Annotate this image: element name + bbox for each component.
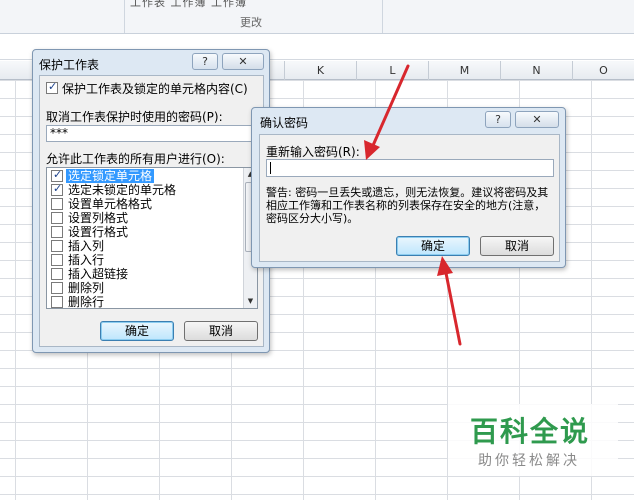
list-item[interactable]: 插入超链接: [49, 267, 241, 281]
ribbon-group-divider: [382, 0, 383, 33]
dialog-title: 确认密码: [260, 116, 309, 130]
permission-checkbox[interactable]: [51, 268, 63, 280]
list-item[interactable]: 选定未锁定的单元格: [49, 182, 241, 197]
permission-label: 插入列: [68, 239, 105, 253]
close-button[interactable]: ✕: [515, 111, 559, 128]
permission-checkbox[interactable]: [51, 168, 63, 182]
list-item[interactable]: 选定锁定单元格: [49, 168, 241, 183]
list-item[interactable]: 设置行格式: [49, 225, 241, 239]
text-caret: [270, 162, 271, 174]
watermark-slogan: 助你轻松解决: [478, 453, 580, 469]
list-item[interactable]: 插入行: [49, 253, 241, 267]
password-label: 取消工作表保护时使用的密码(P):: [46, 110, 223, 124]
permission-checkbox[interactable]: [51, 182, 63, 196]
dialog-body: 保护工作表及锁定的单元格内容(C) 取消工作表保护时使用的密码(P): *** …: [39, 75, 264, 347]
permission-checkbox[interactable]: [51, 198, 63, 210]
column-header[interactable]: [0, 61, 35, 80]
reenter-password-input[interactable]: [266, 159, 554, 177]
permission-label: 设置行格式: [68, 225, 129, 239]
column-header-l[interactable]: L: [357, 61, 429, 80]
permission-label: 选定未锁定的单元格: [68, 183, 177, 197]
permission-label: 选定锁定单元格: [66, 169, 155, 183]
protect-sheet-dialog: 保护工作表 ? ✕ 保护工作表及锁定的单元格内容(C) 取消工作表保护时使用的密…: [32, 49, 270, 353]
permission-label: 设置单元格格式: [68, 197, 153, 211]
help-button[interactable]: ?: [192, 53, 218, 70]
list-item[interactable]: 设置列格式: [49, 211, 241, 225]
dialog-titlebar[interactable]: 保护工作表 ? ✕: [33, 50, 269, 74]
permission-checkbox[interactable]: [51, 226, 63, 238]
protect-contents-label: 保护工作表及锁定的单元格内容(C): [62, 82, 248, 96]
column-header-o[interactable]: O: [573, 61, 634, 80]
dialog-body: 重新输入密码(R): 警告: 密码一旦丢失或遗忘，则无法恢复。建议将密码及其相应…: [259, 134, 560, 262]
cancel-button[interactable]: 取消: [184, 321, 258, 341]
permission-checkbox[interactable]: [51, 282, 63, 294]
dialog-title: 保护工作表: [39, 58, 100, 72]
permission-label: 插入行: [68, 253, 105, 267]
reenter-password-label: 重新输入密码(R):: [266, 145, 360, 159]
list-item[interactable]: 删除列: [49, 281, 241, 295]
permission-checkbox[interactable]: [51, 212, 63, 224]
permission-checkbox[interactable]: [51, 296, 63, 308]
column-header-k[interactable]: K: [285, 61, 357, 80]
ribbon-group-label: 更改: [240, 16, 262, 29]
protect-contents-checkbox[interactable]: [46, 80, 58, 94]
ribbon-group-divider: [124, 0, 125, 33]
password-warning: 警告: 密码一旦丢失或遗忘，则无法恢复。建议将密码及其相应工作簿和工作表名称的列…: [266, 186, 549, 225]
permission-checkbox[interactable]: [51, 254, 63, 266]
column-header-m[interactable]: M: [429, 61, 501, 80]
watermark: 百科全说 助你轻松解决: [448, 404, 618, 476]
list-item[interactable]: 删除行: [49, 295, 241, 309]
allow-users-label: 允许此工作表的所有用户进行(O):: [46, 152, 225, 166]
permission-label: 删除列: [68, 281, 105, 295]
permissions-list[interactable]: 选定锁定单元格 选定未锁定的单元格 设置单元格格式 设置列格式 设置行格式 插入…: [46, 167, 258, 309]
permission-label: 设置列格式: [68, 211, 129, 225]
confirm-password-dialog: 确认密码 ? ✕ 重新输入密码(R): 警告: 密码一旦丢失或遗忘，则无法恢复。…: [251, 107, 566, 268]
password-input[interactable]: ***: [46, 125, 258, 142]
ok-button[interactable]: 确定: [100, 321, 174, 341]
scroll-down-arrow-icon[interactable]: ▼: [244, 295, 257, 308]
help-button[interactable]: ?: [485, 111, 511, 128]
watermark-brand: 百科全说: [470, 415, 591, 448]
password-mask: ***: [50, 126, 68, 140]
permission-checkbox[interactable]: [51, 240, 63, 252]
ok-button[interactable]: 确定: [396, 236, 470, 256]
list-item[interactable]: 设置单元格格式: [49, 197, 241, 211]
ribbon-button-labels[interactable]: 工作表 工作簿 工作簿: [130, 0, 247, 10]
permission-label: 插入超链接: [68, 267, 129, 281]
cancel-button[interactable]: 取消: [480, 236, 554, 256]
list-item[interactable]: 插入列: [49, 239, 241, 253]
ribbon: 工作表 工作簿 工作簿 更改: [0, 0, 634, 34]
close-button[interactable]: ✕: [222, 53, 264, 70]
dialog-titlebar[interactable]: 确认密码 ? ✕: [252, 108, 565, 132]
column-header-n[interactable]: N: [501, 61, 573, 80]
permission-label: 删除行: [68, 295, 105, 309]
